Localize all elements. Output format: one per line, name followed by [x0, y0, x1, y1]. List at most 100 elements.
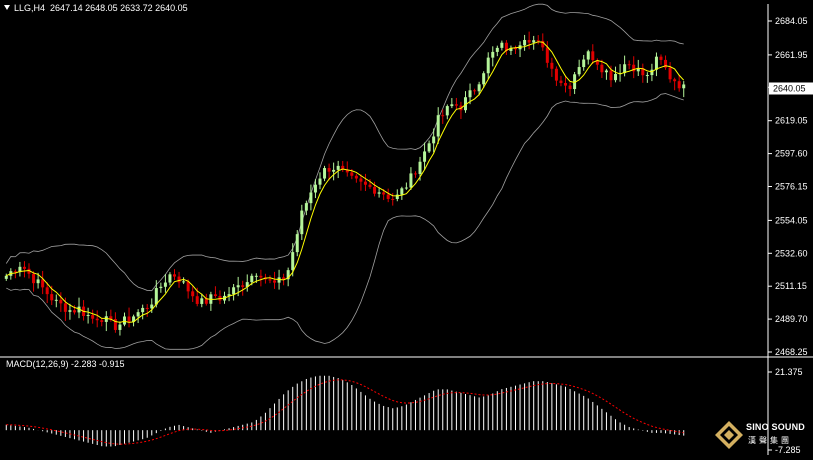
candle-body: [500, 42, 504, 48]
candle-body: [423, 151, 427, 162]
candle-body: [445, 106, 449, 116]
candle-body: [482, 73, 486, 85]
candle-body: [250, 275, 254, 283]
candle-body: [127, 316, 131, 322]
candle-body: [468, 90, 472, 98]
dropdown-triangle-icon[interactable]: [4, 5, 10, 10]
current-price-text: 2640.05: [773, 83, 806, 93]
macd-tick-label: 21.375: [775, 367, 803, 377]
candle-body: [200, 298, 204, 304]
macd-signal-line: [6, 379, 684, 445]
candle-body: [354, 175, 358, 179]
candle-body: [4, 275, 8, 279]
price-tick-label: 2511.15: [775, 281, 807, 291]
candle-body: [363, 181, 367, 185]
price-axis: 2684.052661.952640.852619.052597.602576.…: [768, 16, 808, 357]
candle-body: [418, 161, 422, 174]
candle-body: [409, 173, 413, 188]
candle-body: [141, 307, 145, 313]
candle-body: [68, 310, 72, 312]
candle-body: [159, 286, 163, 289]
candle-body: [291, 252, 295, 271]
candle-body: [377, 192, 381, 194]
candle-body: [677, 81, 681, 89]
price-tick-label: 2661.95: [775, 50, 808, 60]
price-tick-label: 2576.15: [775, 182, 808, 192]
candle-body: [45, 287, 49, 295]
candle-body: [559, 80, 563, 84]
candle-body: [309, 192, 313, 204]
candle-body: [91, 315, 95, 319]
candle-body: [54, 299, 58, 301]
price-tick-label: 2468.25: [775, 347, 808, 357]
candle-body: [177, 276, 181, 283]
price-tick-label: 2619.05: [775, 116, 808, 126]
candle-body: [591, 51, 595, 61]
candle-body: [59, 299, 63, 304]
candle-body: [300, 210, 304, 235]
logo-icon: [715, 421, 743, 449]
candle-body: [527, 39, 531, 43]
candle-body: [332, 169, 336, 172]
candle-body: [400, 188, 404, 195]
candle-body: [577, 67, 581, 75]
current-price-label: 2640.05: [769, 82, 813, 95]
price-tick-label: 2489.70: [775, 314, 808, 324]
candle-body: [13, 271, 17, 273]
candle-body: [168, 274, 172, 283]
candle-body: [359, 178, 363, 182]
candle-body: [318, 178, 322, 185]
price-tick-label: 2597.60: [775, 149, 808, 159]
candle-body: [95, 318, 99, 321]
macd-histogram: [5, 375, 685, 447]
moving-average: [6, 41, 685, 323]
candle-body: [441, 115, 445, 117]
moving-average-line: [6, 41, 685, 323]
candle-body: [523, 39, 527, 46]
candle-body: [391, 198, 395, 200]
candle-body: [586, 51, 590, 60]
candle-body: [614, 74, 618, 81]
candle-body: [86, 315, 90, 317]
candle-body: [163, 282, 167, 287]
candle-body: [145, 307, 149, 309]
candle-body: [122, 316, 126, 325]
chart-canvas[interactable]: 2684.052661.952640.852619.052597.602576.…: [0, 0, 813, 455]
candle-body: [182, 281, 186, 283]
bollinger-bands: [5, 3, 684, 350]
candle-body: [273, 280, 277, 283]
candle-body: [432, 136, 436, 144]
candle-body: [495, 47, 499, 52]
candle-body: [336, 165, 340, 170]
candle-body: [254, 275, 258, 277]
candle-body: [413, 173, 417, 175]
candle-body: [568, 85, 572, 90]
candle-body: [609, 70, 613, 81]
candle-body: [350, 172, 354, 176]
candle-body: [491, 51, 495, 58]
candle-body: [259, 275, 263, 278]
candle-body: [191, 291, 195, 297]
bollinger-upper-line: [5, 3, 684, 292]
candle-body: [41, 279, 45, 288]
macd-signal-polyline: [6, 379, 684, 445]
candle-body: [36, 279, 40, 284]
ohlc-values: 2647.14 2648.05 2633.72 2640.05: [50, 3, 188, 13]
trading-chart[interactable]: 2684.052661.952640.852619.052597.602576.…: [0, 0, 813, 455]
candle-body: [368, 184, 372, 187]
candle-body: [545, 47, 549, 63]
bollinger-lower-line: [6, 93, 684, 350]
candles: [4, 31, 686, 336]
candle-body: [427, 143, 431, 152]
candle-body: [323, 168, 327, 179]
candle-body: [22, 266, 26, 269]
watermark-brand: SINO SOUND: [746, 422, 806, 432]
candle-body: [659, 56, 663, 60]
candle-body: [72, 310, 76, 313]
candle-body: [236, 285, 240, 288]
candle-body: [268, 279, 272, 281]
macd-header: MACD(12,26,9) -2.283 -0.915: [6, 359, 125, 369]
candle-body: [673, 79, 677, 82]
candle-body: [554, 68, 558, 81]
candle-body: [477, 84, 481, 92]
